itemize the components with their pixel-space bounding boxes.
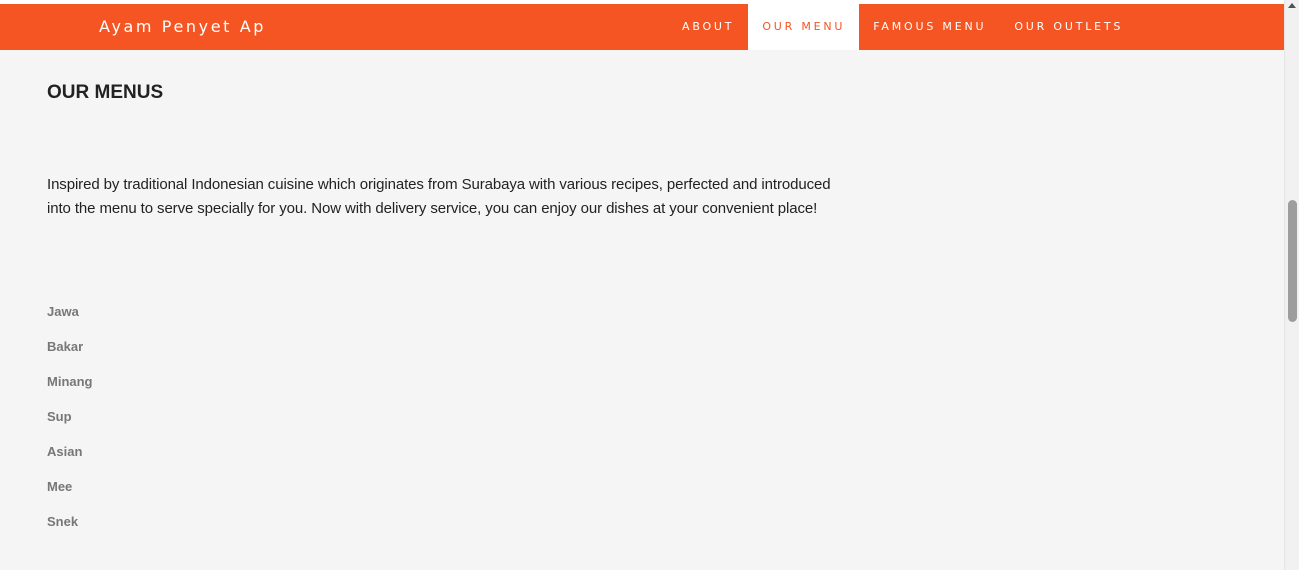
category-bakar[interactable]: Bakar xyxy=(47,337,93,372)
brand-logo[interactable]: Ayam Penyet Ap xyxy=(99,4,266,50)
vertical-scrollbar[interactable] xyxy=(1284,0,1299,570)
nav-about[interactable]: ABOUT xyxy=(668,4,748,50)
category-asian[interactable]: Asian xyxy=(47,442,93,477)
category-minang[interactable]: Minang xyxy=(47,372,93,407)
category-jawa[interactable]: Jawa xyxy=(47,302,93,337)
category-snek[interactable]: Snek xyxy=(47,512,93,547)
nav-famous-menu[interactable]: FAMOUS MENU xyxy=(859,4,1000,50)
scrollbar-thumb[interactable] xyxy=(1288,200,1297,322)
scroll-up-arrow-icon[interactable] xyxy=(1288,3,1296,8)
intro-text: Inspired by traditional Indonesian cuisi… xyxy=(47,176,831,217)
nav-our-outlets[interactable]: OUR OUTLETS xyxy=(1000,4,1137,50)
menu-category-list: Jawa Bakar Minang Sup Asian Mee Snek xyxy=(47,302,93,547)
category-sup[interactable]: Sup xyxy=(47,407,93,442)
main-nav: ABOUT OUR MENU FAMOUS MENU OUR OUTLETS xyxy=(668,4,1137,50)
navbar: Ayam Penyet Ap ABOUT OUR MENU FAMOUS MEN… xyxy=(0,4,1284,50)
page-title: OUR MENUS xyxy=(47,82,164,103)
category-mee[interactable]: Mee xyxy=(47,477,93,512)
nav-our-menu[interactable]: OUR MENU xyxy=(748,4,860,50)
